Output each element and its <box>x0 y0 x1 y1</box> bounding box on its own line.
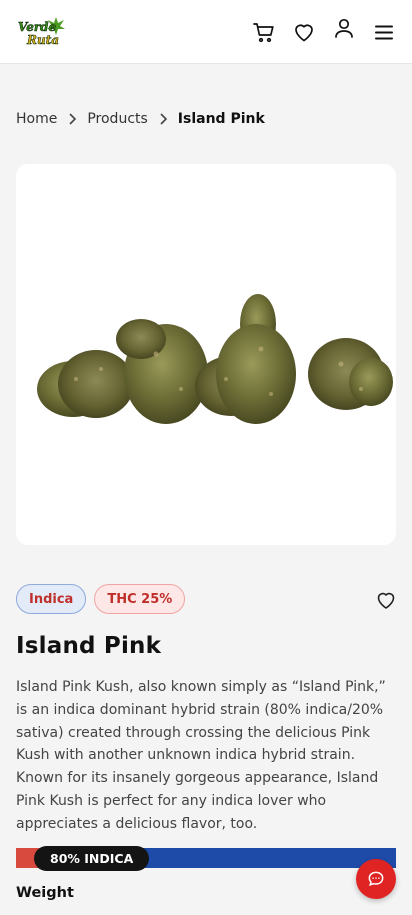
favorite-heart-icon[interactable] <box>374 588 398 612</box>
breadcrumb-products[interactable]: Products <box>87 111 147 127</box>
chevron-right-icon <box>148 112 178 126</box>
heart-icon[interactable] <box>290 18 318 46</box>
product-description: Island Pink Kush, also known simply as “… <box>16 679 386 832</box>
chat-bubble-icon <box>368 871 384 887</box>
menu-icon[interactable] <box>370 18 398 46</box>
breadcrumb: Home Products Island Pink <box>16 109 265 129</box>
user-icon[interactable] <box>330 14 358 42</box>
breadcrumb-home[interactable]: Home <box>16 111 57 127</box>
top-header: Verde Ruta <box>0 0 412 64</box>
chevron-right-icon <box>57 112 87 126</box>
chat-button[interactable] <box>356 859 396 899</box>
tag-thc: THC 25% <box>94 584 186 614</box>
logo-text-top: Verde <box>18 20 57 34</box>
strain-percentage-label: 80% INDICA <box>34 846 150 871</box>
strain-tags: Indica THC 25% <box>16 584 186 614</box>
verde-ruta-logo[interactable]: Verde Ruta <box>16 15 66 49</box>
breadcrumb-current: Island Pink <box>177 111 265 127</box>
product-title: Island Pink <box>16 633 162 659</box>
weight-label: Weight <box>16 885 74 901</box>
logo-text-bottom: Ruta <box>26 33 59 47</box>
tag-indica: Indica <box>16 584 87 614</box>
cart-icon[interactable] <box>250 18 278 46</box>
product-image-card <box>16 164 396 545</box>
cannabis-buds-image <box>37 294 393 424</box>
